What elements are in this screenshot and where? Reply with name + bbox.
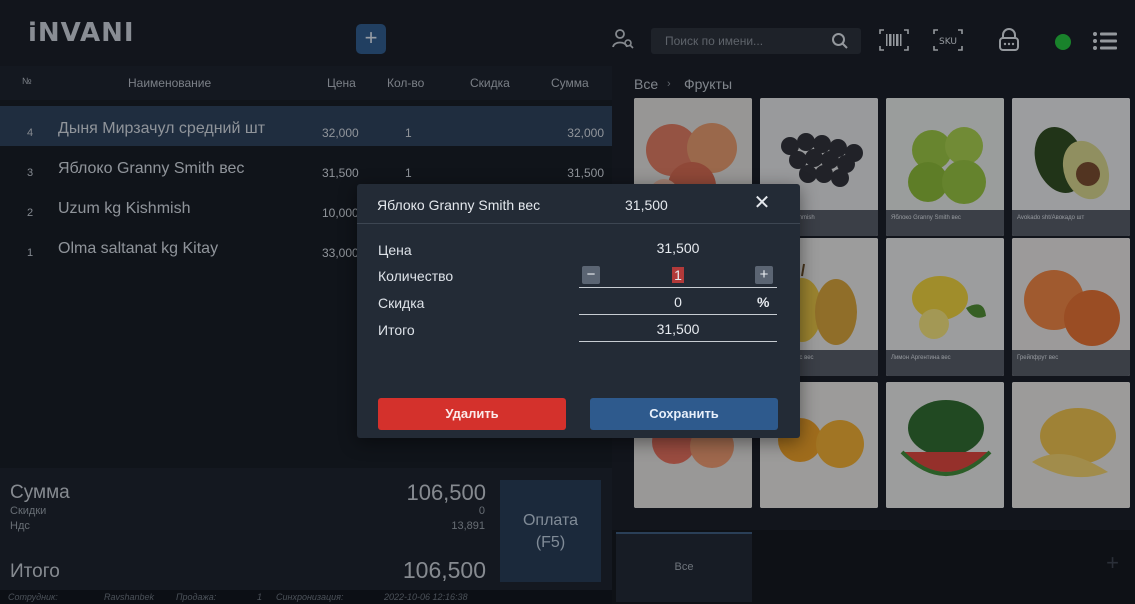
close-icon[interactable]: ✕ <box>751 192 773 214</box>
quantity-value: 1 <box>672 267 684 283</box>
edit-item-modal: Яблоко Granny Smith вес 31,500 ✕ Цена 31… <box>357 184 800 438</box>
modal-header-price: 31,500 <box>625 197 668 213</box>
modal-total-label: Итого <box>378 322 415 338</box>
modal-title: Яблоко Granny Smith вес <box>377 197 541 213</box>
discount-underline <box>579 314 777 315</box>
quantity-label: Количество <box>378 268 454 284</box>
save-button[interactable]: Сохранить <box>590 398 778 430</box>
quantity-increment-button[interactable]: + <box>755 266 773 284</box>
quantity-input[interactable]: 1 <box>579 267 777 283</box>
price-value: 31,500 <box>656 240 700 256</box>
quantity-underline <box>579 287 777 288</box>
percent-toggle[interactable]: % <box>757 294 769 310</box>
modal-total-value: 31,500 <box>656 321 700 337</box>
discount-label: Скидка <box>378 295 425 311</box>
price-label: Цена <box>378 242 412 258</box>
delete-button[interactable]: Удалить <box>378 398 566 430</box>
modal-header: Яблоко Granny Smith вес 31,500 ✕ <box>357 184 800 224</box>
pos-app: iNVANI + SKU <box>0 0 1135 604</box>
total-underline <box>579 341 777 342</box>
discount-input[interactable]: 0 <box>579 294 777 310</box>
